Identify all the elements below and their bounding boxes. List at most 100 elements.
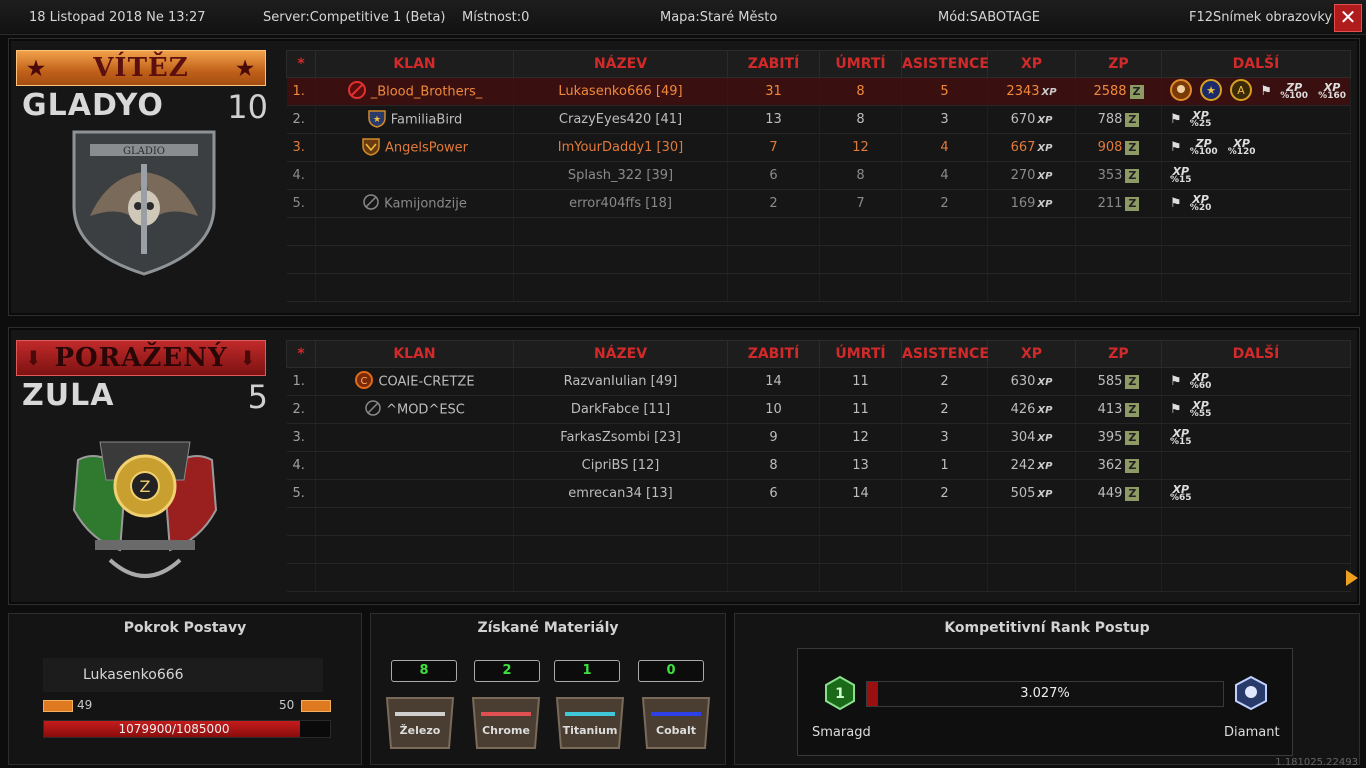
player-name[interactable]: Lukasenko666 [49] [513, 77, 728, 106]
player-assists: 1 [901, 451, 988, 480]
clan-name[interactable]: ^MOD^ESC [386, 402, 465, 417]
svg-text:Z: Z [140, 477, 151, 496]
screenshot-hint: F12Snímek obrazovky [1189, 10, 1333, 25]
player-row[interactable]: 5. Kamijondzije error404ffs [18] 2 7 2 1… [286, 189, 1351, 218]
player-name-box: Lukasenko666 [43, 658, 323, 692]
player-row[interactable]: 5. emrecan34 [13] 6 14 2 505 XP 449 Z XP %6… [286, 479, 1351, 508]
diamond-rank-icon [1235, 675, 1267, 711]
player-row[interactable]: 1. C COAIE-CRETZE RazvanIulian [49] 14 11… [286, 367, 1351, 396]
xp-icon: XP [1037, 405, 1053, 416]
player-name[interactable]: RazvanIulian [49] [513, 367, 728, 396]
clan-name[interactable]: AngelsPower [385, 140, 468, 155]
zp-value: 395 [1097, 430, 1123, 445]
vip-icon: ⚑ [1170, 140, 1182, 155]
zp-icon: Z [1125, 486, 1140, 501]
player-extras: ⚑ XP %60 [1161, 367, 1351, 396]
zp-icon: Z [1125, 374, 1140, 389]
player-assists: 3 [901, 423, 988, 452]
zp-icon: Z [1125, 112, 1140, 127]
zp-value: 353 [1097, 168, 1123, 183]
player-clan: AngelsPower [315, 133, 514, 162]
player-name[interactable]: CrazyEyes420 [41] [513, 105, 728, 134]
player-name[interactable]: error404ffs [18] [513, 189, 728, 218]
player-row[interactable]: 2. ^MOD^ESC DarkFabce [11] 10 11 2 426 XP… [286, 395, 1351, 424]
room-number: Místnost:0 [462, 10, 530, 25]
clan-name[interactable]: COAIE-CRETZE [378, 374, 474, 389]
player-name[interactable]: FarkasZsombi [23] [513, 423, 728, 452]
player-clan [315, 479, 514, 508]
scoreboard-header: * KLAN NÁZEV ZABITÍ ÚMRTÍ ASISTENCE XP Z… [286, 340, 1351, 368]
crate-icon[interactable]: Železo [385, 694, 455, 750]
clan-name[interactable]: _Blood_Brothers_ [371, 84, 483, 99]
player-deaths: 12 [819, 423, 902, 452]
player-xp: 242 XP [987, 451, 1076, 480]
col-star: * [286, 340, 316, 368]
player-assists: 5 [901, 77, 988, 106]
player-assists: 4 [901, 161, 988, 190]
player-row[interactable]: 2. ★ FamiliaBird CrazyEyes420 [41] 13 8 3… [286, 105, 1351, 134]
clan-name[interactable]: FamiliaBird [391, 112, 463, 127]
col-name: NÁZEV [513, 50, 728, 78]
material-count: 2 [474, 660, 540, 682]
player-zp: 2588 Z [1075, 77, 1162, 106]
vip-icon: ⚑ [1170, 374, 1182, 389]
player-name[interactable]: ImYourDaddy1 [30] [513, 133, 728, 162]
col-clan: KLAN [315, 340, 514, 368]
materials-panel: Získané Materiály 8 2 1 0 Železo Chrome … [370, 613, 726, 765]
player-rank: 2. [286, 105, 316, 134]
clan-badge-icon [347, 80, 367, 104]
clan-badge-icon [361, 136, 381, 160]
rank-box: 1 Smaragd 3.027% Diamant [797, 648, 1293, 756]
zp-icon: Z [1125, 402, 1140, 417]
character-progress-title: Pokrok Postavy [123, 620, 247, 636]
player-assists: 2 [901, 395, 988, 424]
player-row[interactable]: 1. _Blood_Brothers_ Lukasenko666 [49] 31… [286, 77, 1351, 106]
player-extras: ⚑ XP %25 [1161, 105, 1351, 134]
player-rank: 3. [286, 423, 316, 452]
player-kills: 6 [727, 479, 820, 508]
player-clan: C COAIE-CRETZE [315, 367, 514, 396]
xp-bonus: XP %160 [1318, 80, 1346, 101]
xp-bonus: XP %15 [1170, 164, 1192, 185]
xp-icon: XP [1037, 143, 1053, 154]
col-extra: DALŠÍ [1161, 50, 1351, 78]
player-name[interactable]: emrecan34 [13] [513, 479, 728, 508]
player-clan: _Blood_Brothers_ [315, 77, 514, 106]
player-extras: XP %15 [1161, 161, 1351, 190]
zp-icon: Z [1125, 430, 1140, 445]
crate-icon[interactable]: Titanium [555, 694, 625, 750]
xp-value: 304 [1010, 430, 1036, 445]
player-row[interactable]: 4. CipriBS [12] 8 13 1 242 XP 362 Z [286, 451, 1351, 480]
character-progress-panel: Pokrok Postavy Lukasenko666 49 50 107990… [8, 613, 362, 765]
player-name[interactable]: Splash_322 [39] [513, 161, 728, 190]
col-assists: ASISTENCE [901, 340, 989, 368]
top-bar: 18 Listopad 2018 Ne 13:27 Server:Competi… [0, 0, 1366, 35]
player-row[interactable]: 4. Splash_322 [39] 6 8 4 270 XP 353 Z XP %1… [286, 161, 1351, 190]
winner-scoreboard: * KLAN NÁZEV ZABITÍ ÚMRTÍ ASISTENCE XP Z… [286, 50, 1351, 302]
xp-bonus: XP %20 [1189, 192, 1212, 213]
player-xp: 304 XP [987, 423, 1076, 452]
player-extras: ⚑ XP %55 [1161, 395, 1351, 424]
close-button[interactable]: ✕ [1334, 4, 1362, 32]
player-rank: 4. [286, 451, 316, 480]
clan-name[interactable]: Kamijondzije [384, 196, 467, 211]
player-name[interactable]: CipriBS [12] [513, 451, 728, 480]
empty-row [286, 245, 1351, 274]
xp-icon: XP [1037, 489, 1053, 500]
player-kills: 13 [727, 105, 820, 134]
xp-icon: XP [1037, 461, 1053, 472]
empty-row [286, 535, 1351, 564]
xp-value: 667 [1010, 140, 1036, 155]
xp-bonus: XP %65 [1170, 482, 1192, 503]
player-row[interactable]: 3. FarkasZsombi [23] 9 12 3 304 XP 395 Z X… [286, 423, 1351, 452]
down-arrow-icon: ⬇ [239, 346, 257, 370]
crate-icon[interactable]: Chrome [471, 694, 541, 750]
player-row[interactable]: 3. AngelsPower ImYourDaddy1 [30] 7 12 4 … [286, 133, 1351, 162]
col-deaths: ÚMRTÍ [819, 50, 902, 78]
player-xp: 667 XP [987, 133, 1076, 162]
no-clan-icon [362, 193, 380, 215]
crate-icon[interactable]: Cobalt [641, 694, 711, 750]
scoreboard-header: * KLAN NÁZEV ZABITÍ ÚMRTÍ ASISTENCE XP Z… [286, 50, 1351, 78]
col-assists: ASISTENCE [901, 50, 989, 78]
player-name[interactable]: DarkFabce [11] [513, 395, 728, 424]
